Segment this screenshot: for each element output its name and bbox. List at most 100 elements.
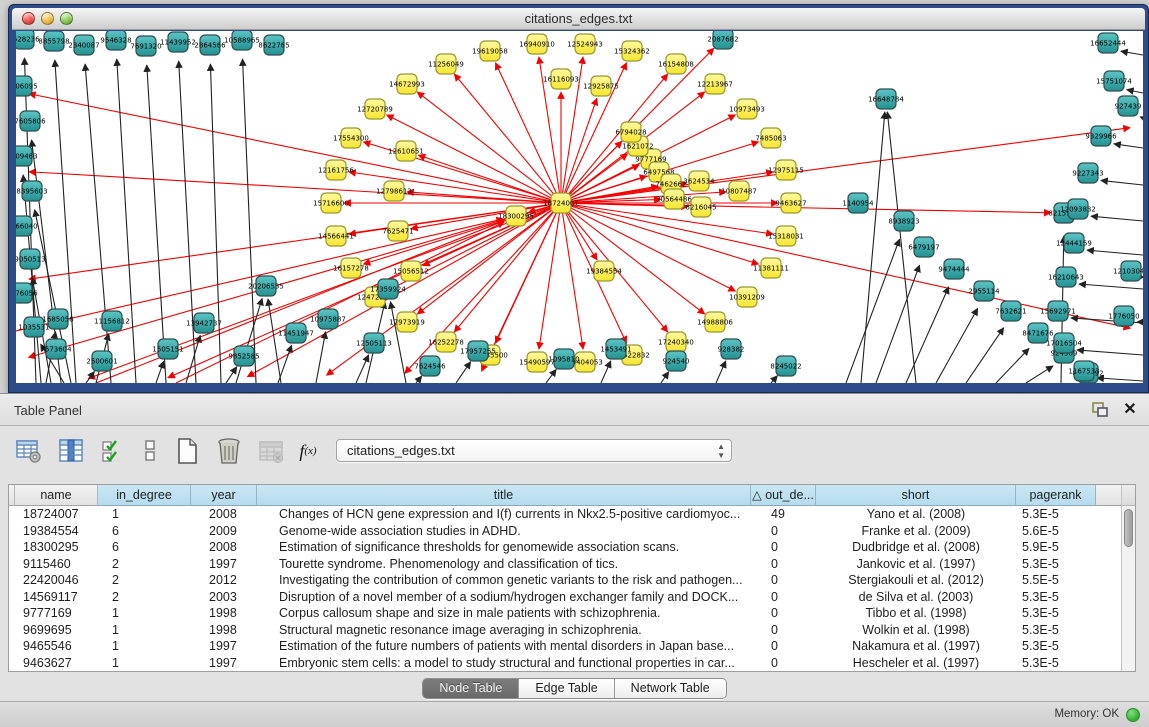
graph-node-label: 8245022 [770, 363, 801, 371]
float-panel-icon[interactable] [1091, 401, 1109, 419]
edge[interactable] [861, 112, 885, 383]
edge[interactable] [156, 361, 164, 383]
cell-short: Yano et al. (2008) [816, 506, 1016, 523]
edge[interactable] [29, 203, 561, 279]
edge[interactable] [846, 239, 899, 383]
edge[interactable] [417, 92, 561, 203]
graph-node-label: 2087682 [707, 36, 738, 44]
table-row[interactable]: 977716911998Corpus callosum shape and si… [9, 605, 1121, 622]
edge[interactable] [546, 369, 556, 383]
edge[interactable] [1087, 250, 1143, 255]
table-tabs: Node TableEdge TableNetwork Table [422, 678, 726, 699]
edge[interactable] [29, 94, 561, 203]
edge[interactable] [716, 361, 726, 383]
table-mode-button[interactable] [14, 436, 44, 466]
edge[interactable] [278, 345, 292, 383]
column-header-name[interactable]: name [15, 485, 98, 506]
table-row[interactable]: 2242004622012Investigating the contribut… [9, 572, 1121, 589]
edge[interactable] [226, 367, 237, 383]
new-table-button[interactable] [172, 436, 202, 466]
function-builder-button[interactable]: f(x) [298, 436, 318, 466]
cell-short: Nakamura et al. (1997) [816, 638, 1016, 655]
table-row[interactable]: 969969511998Structural magnetic resonanc… [9, 622, 1121, 639]
edge[interactable] [906, 287, 949, 383]
graph-node-label: 16252278 [428, 339, 464, 347]
edge[interactable] [117, 59, 136, 383]
graph-node-label: 6216045 [685, 204, 716, 212]
edge[interactable] [1127, 90, 1143, 93]
network-graph[interactable]: 9463627129751157485063109734931221396716… [16, 31, 1143, 383]
edge[interactable] [1140, 117, 1143, 118]
edge[interactable] [1079, 284, 1143, 289]
edge[interactable] [876, 265, 919, 383]
graph-node-label: 12925875 [583, 83, 619, 91]
graph-node-label: 8395603 [16, 188, 47, 196]
vertical-scrollbar[interactable] [1121, 485, 1135, 671]
graph-node-label: 1676056 [16, 290, 38, 298]
graph-node-label: 9546328 [100, 37, 131, 45]
edge[interactable] [416, 376, 422, 383]
edge[interactable] [147, 65, 166, 383]
graph-node-label: 12213967 [697, 81, 733, 89]
delete-table-button[interactable] [214, 436, 244, 466]
cell-name: 9699695 [15, 622, 98, 639]
close-panel-icon[interactable]: ✕ [1121, 401, 1139, 419]
cell-short: de Silva et al. (2003) [816, 589, 1016, 606]
tab-edge-table[interactable]: Edge Table [519, 679, 614, 698]
column-header-short[interactable]: short [816, 485, 1016, 506]
edge[interactable] [1077, 350, 1143, 355]
table-row[interactable]: 1872400712008Changes of HCN gene express… [9, 506, 1121, 523]
edge[interactable] [936, 308, 978, 383]
column-header-year[interactable]: year [191, 485, 257, 506]
edge[interactable] [1101, 180, 1143, 185]
cell-pagerank: 5.9E-5 [1016, 539, 1096, 556]
graph-node-label: 12103041 [1113, 268, 1143, 276]
column-header-in_degree[interactable]: in_degree [98, 485, 191, 506]
edge[interactable] [55, 60, 76, 383]
tab-node-table[interactable]: Node Table [423, 679, 519, 698]
column-header-pagerank[interactable]: pagerank [1016, 485, 1096, 506]
edge[interactable] [1097, 378, 1143, 381]
cell-in_degree: 1 [98, 506, 191, 523]
edge[interactable] [86, 372, 94, 383]
cell-year: 1998 [191, 622, 257, 639]
table-row[interactable]: 1938455462009Genome-wide association stu… [9, 523, 1121, 540]
edge[interactable] [1091, 216, 1143, 221]
graph-node-label: 17016504 [1046, 340, 1082, 348]
edge[interactable] [179, 61, 196, 383]
show-columns-button[interactable] [56, 436, 86, 466]
table-row[interactable]: 946362711997Embryonic stem cells: a mode… [9, 655, 1121, 672]
edge[interactable] [561, 203, 705, 314]
edge[interactable] [186, 335, 200, 383]
table-row[interactable]: 946554611997Estimation of the future num… [9, 638, 1121, 655]
cell-name: 18724007 [15, 506, 98, 523]
table-row[interactable]: 1830029562008Estimation of significance … [9, 539, 1121, 556]
edge[interactable] [1121, 51, 1143, 55]
edge[interactable] [456, 362, 471, 383]
graph-node-label: 1453491 [600, 346, 631, 354]
scrollbar-thumb[interactable] [1124, 509, 1133, 547]
tab-network-table[interactable]: Network Table [615, 679, 726, 698]
edge[interactable] [243, 59, 256, 383]
column-header-title[interactable]: title [257, 485, 751, 506]
edge[interactable] [561, 203, 759, 264]
row-options-button[interactable] [140, 436, 160, 466]
graph-node-label: 15716600 [313, 200, 349, 208]
edge[interactable] [771, 376, 777, 383]
table-row[interactable]: 911546021997Tourette syndrome. Phenomeno… [9, 556, 1121, 573]
column-header-out_de[interactable]: △ out_de... [751, 485, 816, 506]
graph-node-label: 9227343 [1072, 170, 1103, 178]
graph-node-label: 3624534 [683, 178, 715, 186]
edge[interactable] [996, 348, 1029, 383]
edge[interactable] [316, 332, 326, 383]
edge[interactable] [1114, 144, 1143, 148]
table-row[interactable]: 1456911722003Disruption of a novel membe… [9, 589, 1121, 606]
table-selector-dropdown[interactable]: citations_edges.txt ▲▼ [336, 439, 732, 462]
edge[interactable] [966, 328, 1004, 383]
edge[interactable] [661, 372, 669, 383]
cell-title: Genome-wide association studies in ADHD. [257, 523, 751, 540]
edge[interactable] [85, 64, 111, 383]
edge[interactable] [1026, 366, 1053, 383]
select-functions-button[interactable] [98, 436, 128, 466]
window-titlebar[interactable]: citations_edges.txt [12, 8, 1145, 30]
